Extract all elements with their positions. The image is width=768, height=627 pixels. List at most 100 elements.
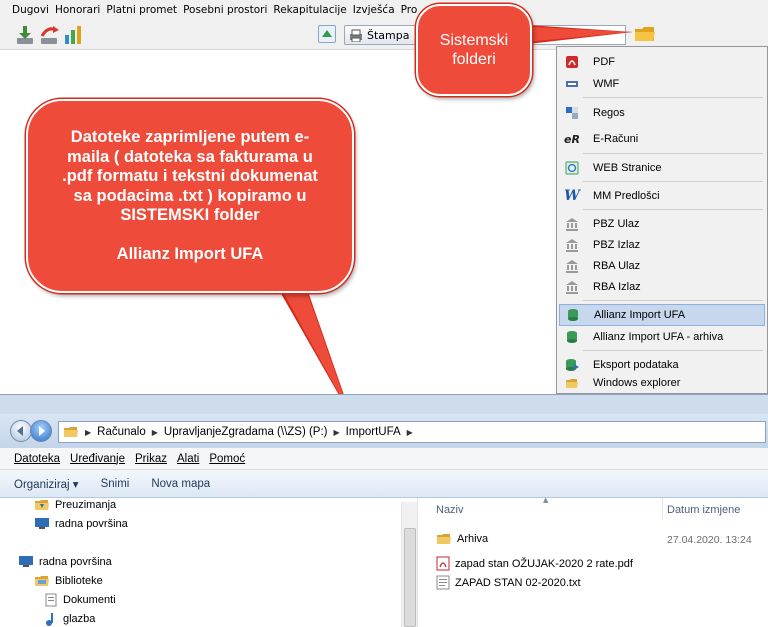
bank-icon: [563, 258, 581, 274]
menu-item-rba-ulaz[interactable]: RBA Ulaz: [559, 255, 765, 277]
menu-item-windows-explorer[interactable]: Windows explorer: [559, 372, 765, 394]
upload-icon[interactable]: [38, 24, 60, 46]
chart-icon[interactable]: [62, 24, 84, 46]
menu-item-label: WEB Stranice: [593, 162, 662, 174]
navigation-pane: Preuzimanja radna površina radna površin…: [0, 498, 418, 627]
menu-rekapitulacije[interactable]: Rekapitulacije: [273, 4, 346, 16]
menu-item-e-racuni[interactable]: eR E-Računi: [559, 128, 765, 150]
organize-button[interactable]: Organiziraj ▾: [14, 477, 79, 491]
menu-datoteka[interactable]: Datoteka: [14, 453, 60, 465]
menu-item-pbz-ulaz[interactable]: PBZ Ulaz: [559, 213, 765, 235]
nav-item-label: Preuzimanja: [55, 498, 117, 511]
explorer-titlebar: [0, 394, 768, 414]
address-breadcrumb[interactable]: ▶ Računalo ▶ UpravljanjeZgradama (\\ZS) …: [58, 421, 766, 443]
eracuni-icon: eR: [564, 132, 580, 146]
system-folders-menu: PDF WMF Regos eR E-Računi WEB Stranice W…: [556, 46, 768, 394]
arrow-left-icon: [17, 426, 23, 436]
menu-item-mm-predlosci[interactable]: W MM Predlošci: [559, 185, 765, 207]
menu-item-pdf[interactable]: PDF: [559, 51, 765, 73]
menu-item-label: E-Računi: [593, 133, 639, 145]
windows-explorer-window: ▶ Računalo ▶ UpravljanjeZgradama (\\ZS) …: [0, 394, 768, 627]
nav-item-music[interactable]: glazba: [44, 612, 95, 626]
file-date: 27.04.2020. 13:24: [667, 534, 752, 546]
file-name: zapad stan OŽUJAK-2020 2 rate.pdf: [455, 557, 633, 570]
callout-line: Sistemski: [439, 32, 509, 49]
menu-item-label: Windows explorer: [593, 377, 681, 389]
menu-prikaz[interactable]: Prikaz: [135, 453, 167, 465]
breadcrumb-item[interactable]: Računalo: [97, 426, 146, 438]
nav-item-downloads[interactable]: Preuzimanja: [34, 498, 116, 511]
menu-platni-promet[interactable]: Platni promet: [106, 4, 177, 16]
forward-button[interactable]: [30, 420, 52, 442]
database-icon: [564, 307, 582, 323]
back-button[interactable]: [10, 420, 32, 442]
scrollbar-thumb[interactable]: [404, 528, 416, 627]
bank-icon: [563, 279, 581, 295]
pdf-icon: [563, 54, 581, 70]
print-button[interactable]: Štampa: [344, 25, 426, 45]
menu-item-regos[interactable]: Regos: [559, 102, 765, 124]
system-folders-icon[interactable]: [634, 24, 656, 44]
menu-dugovi[interactable]: Dugovi: [12, 4, 49, 16]
nav-item-label: radna površina: [55, 517, 128, 530]
menu-izvjesca[interactable]: Izvješća: [353, 4, 395, 16]
menu-posebni-prostori[interactable]: Posebni prostori: [183, 4, 267, 16]
system-folders-callout: Sistemski folderi: [416, 4, 532, 96]
menu-item-allianz-import-ufa[interactable]: Allianz Import UFA: [559, 304, 765, 326]
menu-pomoc[interactable]: Pomoć: [209, 453, 245, 465]
callout-line: sa podacima .txt ) kopiramo u: [73, 186, 307, 205]
navigation-scrollbar[interactable]: [401, 502, 417, 627]
menu-item-label: Regos: [593, 107, 625, 119]
menu-separator: [583, 209, 763, 210]
column-divider[interactable]: [662, 498, 663, 520]
nav-item-desktop[interactable]: radna površina: [34, 517, 128, 530]
toolbar-cut-icon[interactable]: [0, 24, 4, 46]
breadcrumb-item[interactable]: UpravljanjeZgradama (\\ZS) (P:): [164, 426, 328, 438]
nav-item-desktop-root[interactable]: radna površina: [18, 555, 112, 568]
callout-line: maila ( datoteka sa fakturama u: [67, 147, 313, 166]
printer-icon: [350, 29, 362, 42]
save-button[interactable]: Snimi: [101, 478, 130, 490]
pdf-file-icon: [436, 556, 450, 571]
new-folder-button[interactable]: Nova mapa: [151, 478, 210, 490]
file-list-pane: Naziv ▲ Datum izmjene Arhiva 27.04.2020.…: [419, 496, 768, 627]
column-header-date[interactable]: Datum izmjene: [667, 504, 740, 516]
menu-item-pbz-izlaz[interactable]: PBZ Izlaz: [559, 234, 765, 256]
download-icon[interactable]: [14, 24, 36, 46]
menu-separator: [583, 181, 763, 182]
downloads-folder-icon: [35, 500, 49, 510]
word-icon: W: [564, 188, 580, 204]
column-header-name[interactable]: Naziv: [436, 504, 464, 516]
breadcrumb-item[interactable]: ImportUFA: [346, 426, 401, 438]
refresh-icon[interactable]: [318, 25, 336, 43]
menu-item-wmf[interactable]: WMF: [559, 73, 765, 95]
file-name: ZAPAD STAN 02-2020.txt: [455, 576, 581, 589]
menu-item-label: MM Predlošci: [593, 190, 660, 202]
menu-item-allianz-import-ufa-arhiva[interactable]: Allianz Import UFA - arhiva: [559, 326, 765, 348]
menu-honorari[interactable]: Honorari: [55, 4, 100, 16]
nav-item-libraries[interactable]: Biblioteke: [34, 574, 103, 587]
menu-separator: [583, 350, 763, 351]
callout-line: folderi: [452, 51, 496, 68]
text-file-icon: [436, 575, 450, 590]
callout-line: .pdf formatu i tekstni dokumenat: [62, 167, 318, 185]
file-row[interactable]: Arhiva: [436, 532, 488, 545]
folder-icon: [437, 534, 451, 544]
menu-pro[interactable]: Pro: [401, 4, 418, 16]
menu-alati[interactable]: Alati: [177, 453, 199, 465]
file-row[interactable]: ZAPAD STAN 02-2020.txt: [436, 575, 581, 590]
wmf-icon: [563, 76, 581, 92]
bank-icon: [563, 237, 581, 253]
menu-uredivanje[interactable]: Uređivanje: [70, 453, 125, 465]
file-row[interactable]: zapad stan OŽUJAK-2020 2 rate.pdf: [436, 556, 633, 571]
bank-icon: [563, 216, 581, 232]
breadcrumb-separator-icon: ▶: [406, 427, 413, 437]
database-icon: [563, 329, 581, 345]
app-menubar: Dugovi Honorari Platni promet Posebni pr…: [0, 0, 768, 20]
breadcrumb-separator-icon: ▶: [333, 427, 340, 437]
menu-item-label: PBZ Ulaz: [593, 218, 640, 230]
menu-item-rba-izlaz[interactable]: RBA Izlaz: [559, 276, 765, 298]
menu-item-web-stranice[interactable]: WEB Stranice: [559, 157, 765, 179]
libraries-icon: [35, 576, 49, 586]
nav-item-documents[interactable]: Dokumenti: [44, 593, 116, 607]
